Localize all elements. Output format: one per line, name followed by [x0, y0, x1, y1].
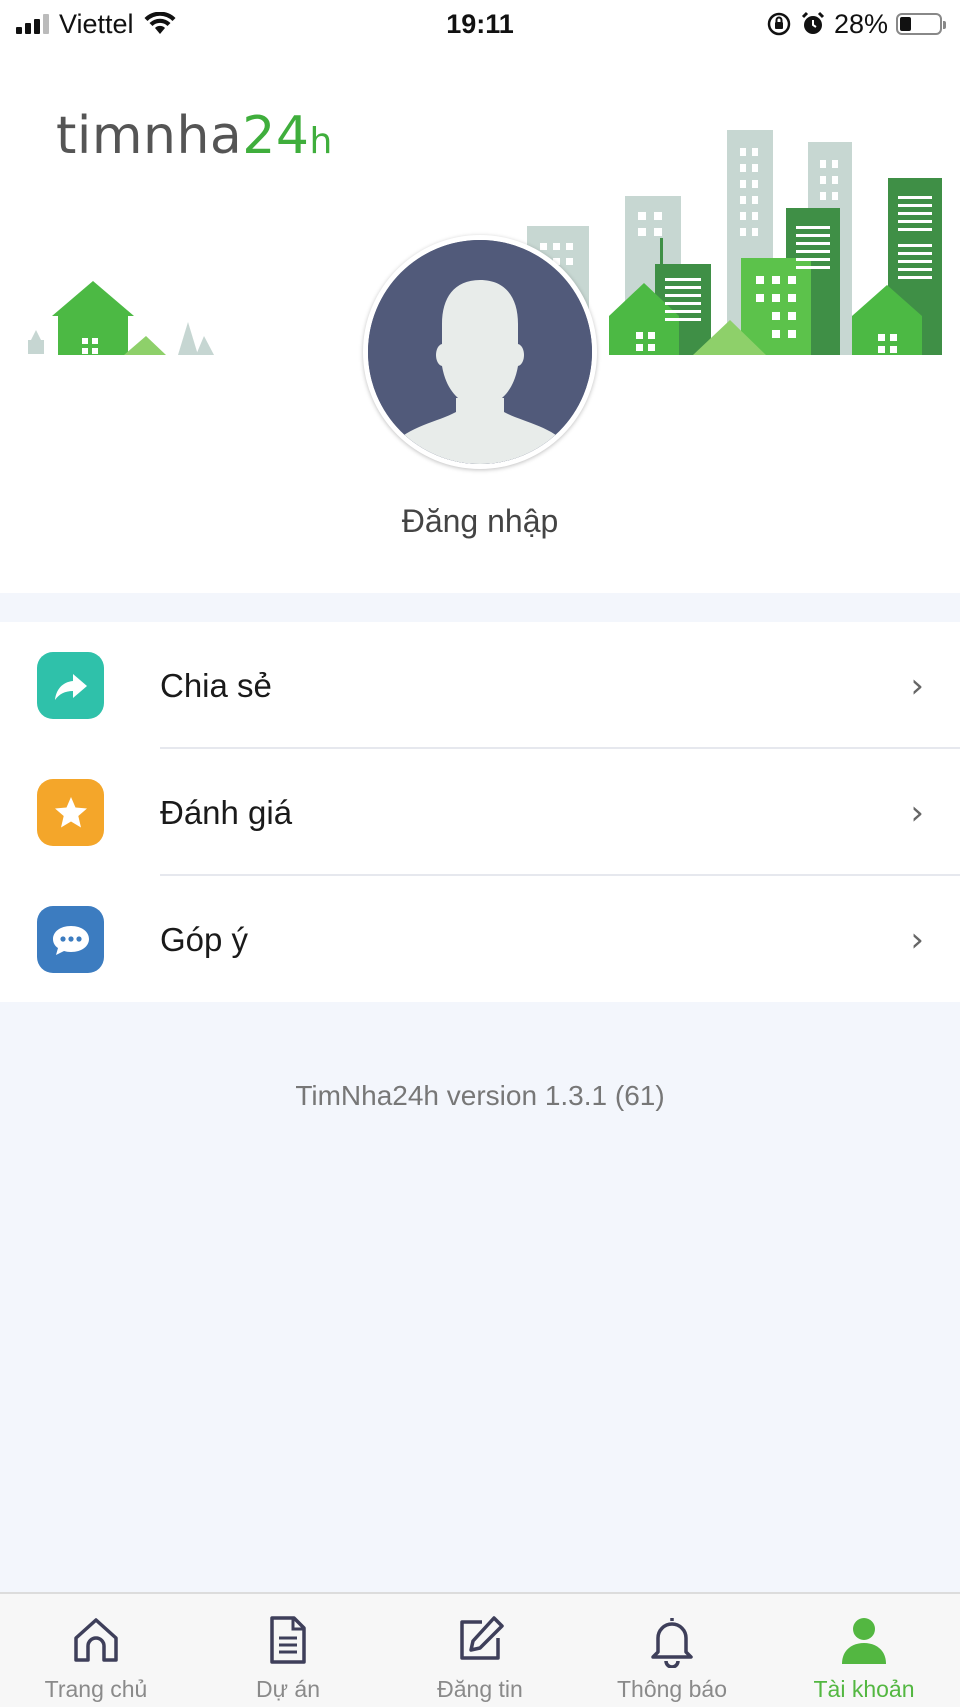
logo-text-24: 24: [242, 106, 310, 166]
status-right: 28%: [766, 8, 946, 40]
chevron-right-icon: ›: [910, 919, 924, 960]
battery-percent: 28%: [833, 8, 888, 39]
user-icon: [836, 1612, 892, 1668]
chat-icon: [37, 906, 104, 973]
profile-header: timnha24h Đăng nhập: [0, 48, 960, 593]
tab-label: Thông báo: [617, 1676, 727, 1702]
menu-item-label: Góp ý: [160, 920, 249, 958]
menu-item-feedback[interactable]: Góp ý ›: [0, 876, 960, 1003]
menu-item-label: Chia sẻ: [160, 666, 272, 704]
tab-post-listing[interactable]: Đăng tin: [384, 1594, 576, 1707]
tab-label: Tài khoản: [813, 1676, 915, 1702]
logo-text-h: h: [309, 121, 333, 162]
battery-icon: [896, 13, 946, 35]
login-link[interactable]: Đăng nhập: [0, 503, 960, 540]
carrier-name: Viettel: [59, 8, 134, 39]
document-icon: [260, 1612, 316, 1668]
status-left: Viettel: [16, 9, 176, 40]
app-logo: timnha24h: [56, 106, 333, 166]
tab-home[interactable]: Trang chủ: [0, 1594, 192, 1707]
status-bar: Viettel 19:11 28%: [0, 0, 960, 48]
logo-text-nha: nha: [143, 106, 243, 166]
tab-label: Trang chủ: [44, 1676, 148, 1702]
menu-item-rate[interactable]: Đánh giá ›: [0, 749, 960, 876]
chevron-right-icon: ›: [910, 792, 924, 833]
share-icon: [37, 652, 104, 719]
edit-icon: [452, 1612, 508, 1668]
alarm-icon: [801, 11, 825, 34]
menu-item-label: Đánh giá: [160, 793, 293, 831]
bell-icon: [644, 1612, 700, 1668]
star-icon: [37, 779, 104, 846]
tab-projects[interactable]: Dự án: [192, 1594, 384, 1707]
orientation-lock-icon: [767, 12, 791, 36]
avatar[interactable]: [363, 235, 597, 469]
wifi-icon: [144, 12, 176, 34]
settings-menu: Chia sẻ › Đánh giá › Góp ý ›: [0, 622, 960, 1002]
home-icon: [68, 1612, 124, 1668]
signal-icon: [16, 14, 49, 34]
tab-label: Đăng tin: [437, 1676, 523, 1702]
app-version-text: TimNha24h version 1.3.1 (61): [295, 1080, 665, 1111]
tab-label: Dự án: [256, 1676, 320, 1702]
tab-account[interactable]: Tài khoản: [768, 1594, 960, 1707]
menu-item-share[interactable]: Chia sẻ ›: [0, 622, 960, 749]
default-user-avatar-icon: [368, 240, 592, 464]
tab-notifications[interactable]: Thông báo: [576, 1594, 768, 1707]
bottom-tab-bar: Trang chủ Dự án Đăng tin Thông báo Tài k…: [0, 1592, 960, 1707]
chevron-right-icon: ›: [910, 665, 924, 706]
battery-level: [900, 17, 911, 31]
logo-text-tim: tim: [56, 106, 143, 166]
